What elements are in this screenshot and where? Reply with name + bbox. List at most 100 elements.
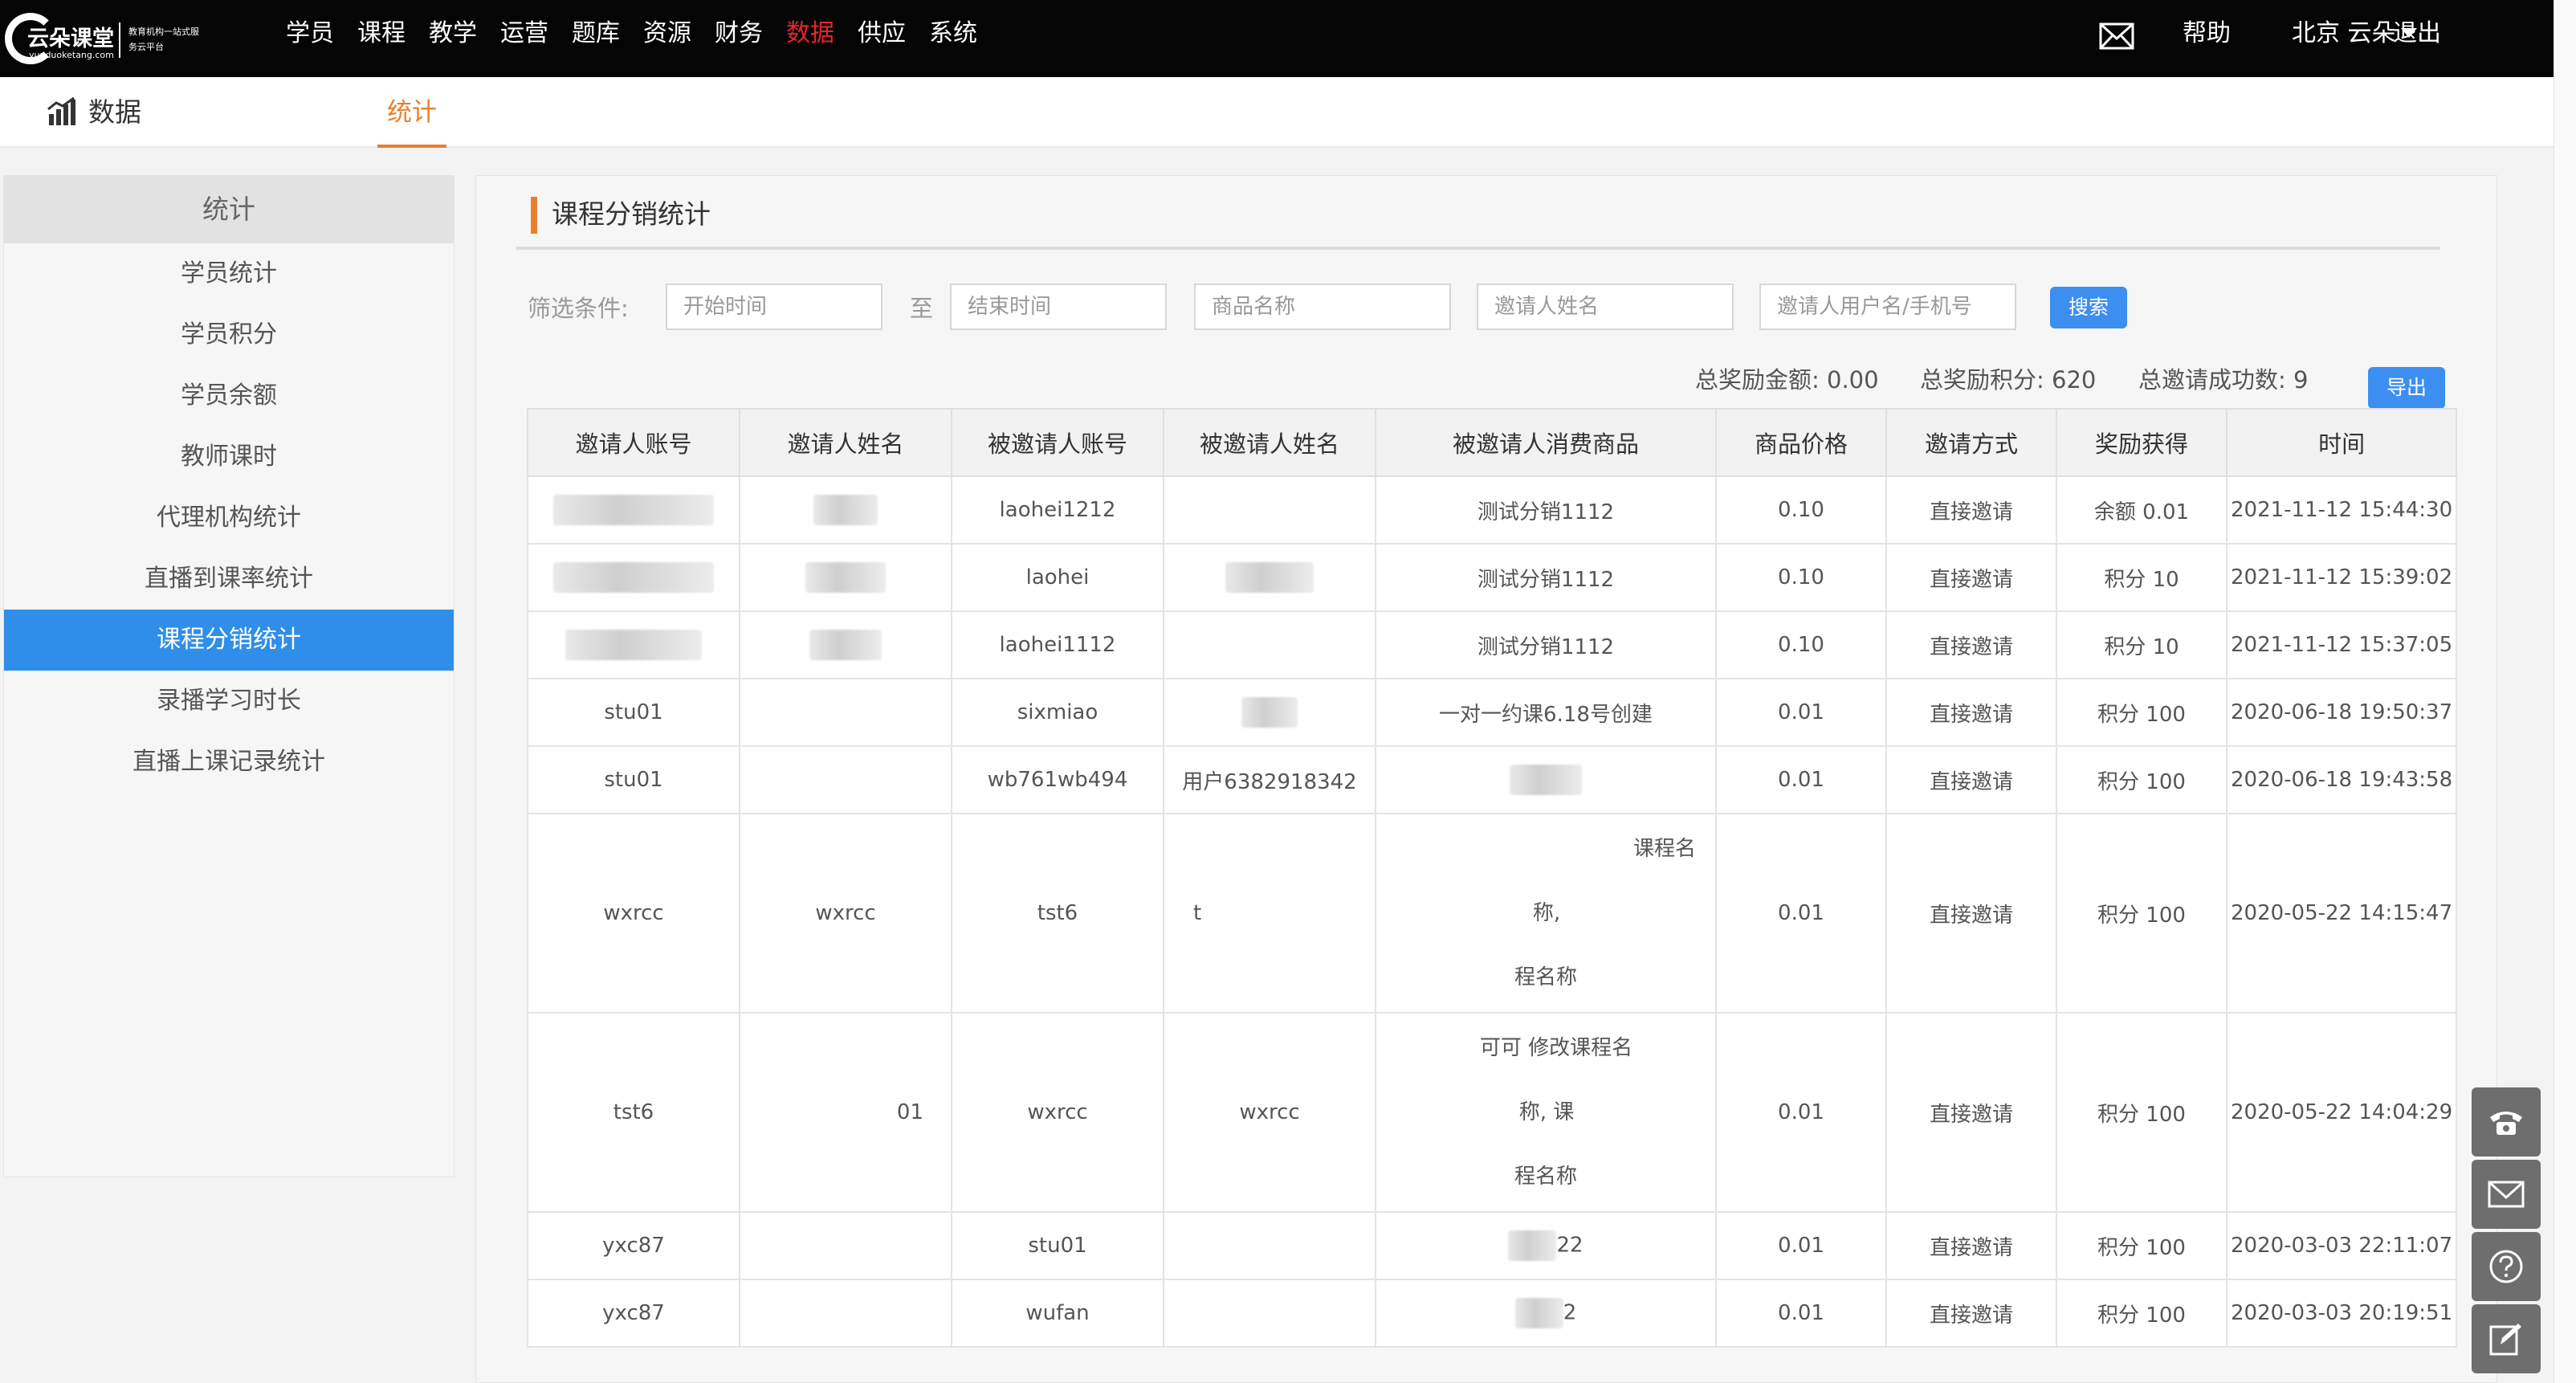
redacted-mask	[1508, 1230, 1557, 1261]
cell-product: 课程名 称, 程名称	[1375, 813, 1717, 1014]
feedback-button[interactable]	[2472, 1304, 2541, 1373]
redacted-mask	[1225, 562, 1314, 593]
sidebar-item-agency-stats[interactable]: 代理机构统计	[4, 488, 454, 549]
product-name-input[interactable]	[1194, 284, 1451, 330]
title-divider	[516, 247, 2440, 250]
search-button[interactable]: 搜索	[2050, 287, 2127, 328]
sidebar-item-teacher-hours[interactable]: 教师课时	[4, 426, 454, 488]
cell-invitee: stu01	[951, 1211, 1164, 1280]
redacted-mask	[1241, 697, 1298, 728]
nav-item-teaching[interactable]: 教学	[421, 0, 492, 77]
start-date-input[interactable]	[666, 284, 882, 330]
help-link[interactable]: 帮助	[2183, 0, 2231, 67]
cell-inviter	[527, 475, 740, 545]
cell-reward: 积分 100	[2056, 1012, 2228, 1213]
table-row: tst6 01 wxrcc wxrcc 可可 修改课程名 称, 课 程名称 0.…	[527, 1012, 2458, 1213]
cell-time: 2020-03-03 20:19:51	[2225, 1279, 2458, 1348]
floating-toolbar	[2472, 1087, 2541, 1377]
redacted-mask	[1510, 765, 1582, 795]
user-name: 北京 云朵	[2292, 19, 2396, 47]
cell-time: 2020-05-22 14:15:47	[2225, 813, 2458, 1014]
export-button[interactable]: 导出	[2368, 367, 2445, 409]
sidebar-item-course-distribution[interactable]: 课程分销统计	[4, 610, 454, 671]
logo-divider	[119, 22, 120, 58]
sidebar-item-student-stats[interactable]: 学员统计	[4, 243, 454, 304]
nav-item-system[interactable]: 系统	[921, 0, 992, 77]
section-title: 数据	[88, 96, 141, 128]
inviter-name-input[interactable]	[1477, 284, 1734, 330]
end-date-input[interactable]	[950, 284, 1167, 330]
cell-invitee-name: wxrcc	[1163, 1012, 1376, 1213]
nav-item-resources[interactable]: 资源	[635, 0, 707, 77]
cell-inviter-name: wxrcc	[739, 813, 952, 1014]
phone-button[interactable]	[2472, 1087, 2541, 1157]
cell-time: 2020-03-03 22:11:07	[2225, 1211, 2458, 1280]
product-suffix: 2	[1563, 1300, 1577, 1325]
help-button[interactable]	[2472, 1232, 2541, 1301]
col-time: 时间	[2225, 408, 2458, 477]
cell-price: 0.10	[1715, 610, 1887, 679]
col-invitee-account: 被邀请人账号	[951, 408, 1164, 477]
cell-invitee-name	[1163, 610, 1376, 679]
sidebar-item-live-records[interactable]: 直播上课记录统计	[4, 732, 454, 793]
cell-inviter-name	[739, 543, 952, 612]
cell-inviter: wxrcc	[527, 813, 740, 1014]
cell-product: 22	[1375, 1211, 1717, 1280]
cell-method: 直接邀请	[1885, 610, 2057, 679]
mail-icon[interactable]	[2099, 22, 2134, 50]
nav-item-courses[interactable]: 课程	[349, 0, 421, 77]
redacted-mask	[565, 630, 702, 660]
cell-inviter-name	[739, 1279, 952, 1348]
cell-invitee: tst6	[951, 813, 1164, 1014]
col-inviter-name: 邀请人姓名	[739, 408, 952, 477]
cell-invitee: wufan	[951, 1279, 1164, 1348]
table-row: stu01 sixmiao 一对一约课6.18号创建 0.01 直接邀请 积分 …	[527, 678, 2458, 747]
cell-time: 2021-11-12 15:44:30	[2225, 475, 2458, 545]
logo[interactable]: 云朵课堂 yunduoketang.com 教育机构一站式服务云平台	[5, 8, 206, 69]
cell-invitee-name	[1163, 475, 1376, 545]
cell-inviter-name: 01	[739, 1012, 952, 1213]
total-reward-amount: 总奖励金额: 0.00	[1695, 366, 1879, 394]
nav-item-question-bank[interactable]: 题库	[564, 0, 635, 77]
nav-item-students[interactable]: 学员	[278, 0, 349, 77]
cell-inviter	[527, 543, 740, 612]
page-scrollbar[interactable]	[2554, 0, 2576, 1383]
page-title: 课程分销统计	[552, 198, 711, 230]
col-reward: 奖励获得	[2056, 408, 2228, 477]
tab-statistics[interactable]: 统计	[377, 77, 446, 148]
help-icon	[2489, 1250, 2523, 1283]
cell-invitee: laohei1212	[951, 475, 1164, 545]
main-nav: 学员 课程 教学 运营 题库 资源 财务 数据 供应 系统	[278, 0, 992, 77]
col-price: 商品价格	[1715, 408, 1887, 477]
message-button[interactable]	[2472, 1160, 2541, 1229]
cell-product: 一对一约课6.18号创建	[1375, 678, 1717, 747]
cell-reward: 积分 100	[2056, 1279, 2228, 1348]
sidebar-item-live-attendance[interactable]: 直播到课率统计	[4, 549, 454, 610]
nav-item-data[interactable]: 数据	[778, 0, 850, 77]
cell-time: 2021-11-12 15:37:05	[2225, 610, 2458, 679]
nav-item-finance[interactable]: 财务	[707, 0, 778, 77]
sidebar-item-student-balance[interactable]: 学员余额	[4, 365, 454, 426]
cell-time: 2020-05-22 14:04:29	[2225, 1012, 2458, 1213]
nav-item-operations[interactable]: 运营	[492, 0, 564, 77]
sidebar-item-student-points[interactable]: 学员积分	[4, 304, 454, 365]
product-line: 课程名	[1632, 837, 1696, 861]
cell-price: 0.01	[1715, 1279, 1887, 1348]
cell-method: 直接邀请	[1885, 1279, 2057, 1348]
logout-link[interactable]: 退出	[2393, 0, 2441, 67]
table-row: wxrcc wxrcc tst6 t 课程名 称, 程名称 0.01 直接邀请 …	[527, 813, 2458, 1014]
product-line: 程名称	[1514, 965, 1577, 989]
nav-item-supply[interactable]: 供应	[850, 0, 921, 77]
cell-reward: 余额 0.01	[2056, 475, 2228, 545]
cell-method: 直接邀请	[1885, 543, 2057, 612]
inviter-user-input[interactable]	[1759, 284, 2016, 330]
logo-name: 云朵课堂	[27, 27, 114, 51]
total-reward-points: 总奖励积分: 620	[1920, 366, 2097, 394]
product-line: 称,	[1532, 901, 1561, 925]
sidebar-item-recorded-duration[interactable]: 录播学习时长	[4, 671, 454, 732]
cell-reward: 积分 100	[2056, 678, 2228, 747]
cell-price: 0.10	[1715, 543, 1887, 612]
sub-header: 数据 统计	[0, 77, 2554, 148]
cell-invitee: sixmiao	[951, 678, 1164, 747]
cell-product: 测试分销1112	[1375, 543, 1717, 612]
